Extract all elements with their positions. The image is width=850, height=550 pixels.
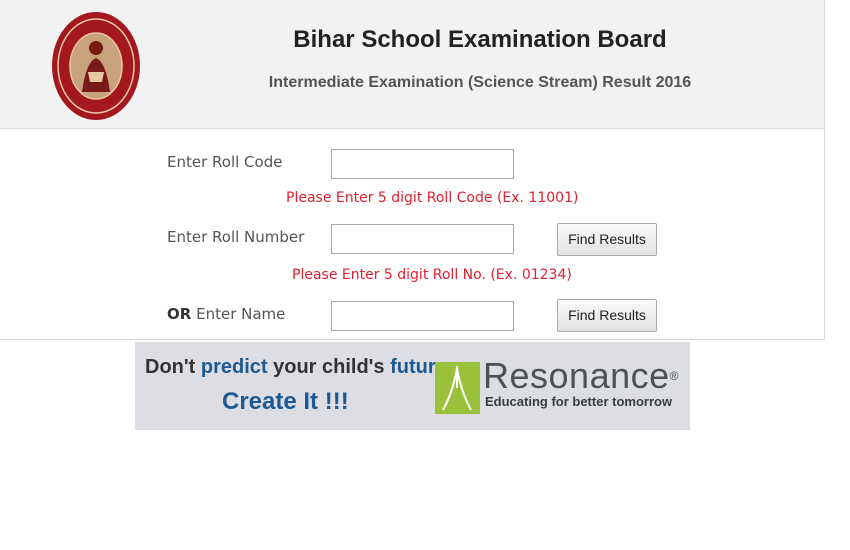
board-title: Bihar School Examination Board	[293, 26, 667, 53]
ad-tagline-your-child: your child's	[273, 356, 385, 378]
name-label-text: Enter Name	[196, 305, 286, 323]
roll-number-label: Enter Roll Number	[167, 228, 305, 246]
resonance-logo-icon	[435, 362, 480, 414]
roll-code-label: Enter Roll Code	[167, 153, 283, 171]
find-results-by-roll-button[interactable]: Find Results	[557, 223, 657, 256]
find-results-by-name-button[interactable]: Find Results	[557, 299, 657, 332]
roll-code-hint: Please Enter 5 digit Roll Code (Ex. 1100…	[286, 190, 579, 206]
board-seal-icon	[52, 12, 140, 120]
site-header: Bihar School Examination Board Intermedi…	[0, 0, 825, 129]
result-search-form: Enter Roll Code Please Enter 5 digit Rol…	[0, 129, 825, 340]
resonance-ad-banner[interactable]: Don't predict your child's future... Cre…	[135, 342, 690, 430]
ad-tagline-line1: Don't predict your child's future...	[145, 356, 463, 379]
registered-mark: ®	[669, 369, 679, 383]
ad-tagline-dont: Don't	[145, 356, 196, 378]
resonance-brand-tagline: Educating for better tomorrow	[485, 394, 673, 409]
roll-number-hint: Please Enter 5 digit Roll No. (Ex. 01234…	[292, 267, 572, 283]
name-input[interactable]	[331, 301, 514, 331]
result-subtitle: Intermediate Examination (Science Stream…	[268, 74, 692, 91]
roll-number-input[interactable]	[331, 224, 514, 254]
ad-tagline-predict: predict	[200, 356, 268, 378]
roll-code-input[interactable]	[331, 149, 514, 179]
or-label: OR	[167, 305, 192, 323]
brand-text: Resonance	[483, 355, 670, 396]
name-label: OR Enter Name	[167, 305, 285, 323]
ad-tagline-line2: Create It !!!	[222, 388, 349, 415]
resonance-brand-name: Resonance®	[483, 356, 679, 396]
